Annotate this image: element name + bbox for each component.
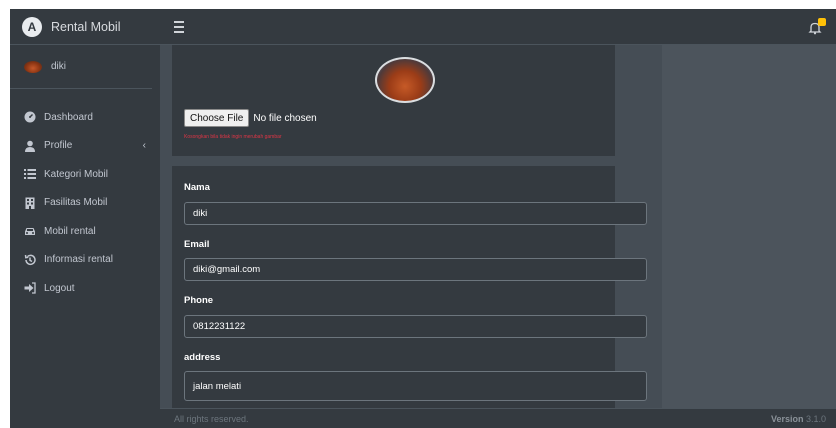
app-frame: A Rental Mobil diki Dashboard Profile ‹: [10, 9, 836, 428]
car-icon: [24, 225, 36, 237]
phone-input[interactable]: 0812231122: [184, 315, 647, 338]
footer: All rights reserved. Version 3.1.0: [160, 408, 836, 428]
notification-bell-icon[interactable]: [808, 18, 826, 35]
sidebar-item-label: Profile: [44, 140, 73, 152]
version-label: Version: [770, 413, 804, 424]
logout-icon: [24, 282, 36, 294]
right-panel: [662, 45, 836, 408]
user-name: diki: [51, 61, 67, 72]
choose-file-button[interactable]: Choose File: [184, 109, 250, 127]
sidebar-item-mobil-rental[interactable]: Mobil rental: [10, 217, 160, 246]
address-input[interactable]: jalan melati: [184, 371, 647, 401]
user-panel[interactable]: diki: [10, 45, 152, 89]
list-icon: [24, 168, 36, 180]
sidebar-item-profile[interactable]: Profile ‹: [10, 132, 160, 161]
sidebar-item-label: Informasi rental: [44, 254, 113, 266]
brand-title: Rental Mobil: [51, 19, 121, 34]
brand-logo-icon: A: [22, 16, 42, 37]
sidebar-item-informasi-rental[interactable]: Informasi rental: [10, 246, 160, 275]
sidebar-item-label: Mobil rental: [44, 225, 96, 237]
file-status: No file chosen: [253, 112, 317, 124]
history-icon: [24, 254, 36, 266]
dashboard-icon: [24, 111, 36, 123]
sidebar-item-logout[interactable]: Logout: [10, 274, 160, 303]
sidebar-item-dashboard[interactable]: Dashboard: [10, 103, 160, 132]
sidebar-nav: Dashboard Profile ‹ Kategori Mobil Fasil…: [10, 89, 160, 303]
user-icon: [24, 140, 36, 152]
nama-input[interactable]: diki: [184, 202, 647, 225]
top-navbar: [160, 9, 836, 45]
sidebar: A Rental Mobil diki Dashboard Profile ‹: [10, 9, 160, 428]
footer-copyright: All rights reserved.: [174, 413, 249, 424]
email-input[interactable]: diki@gmail.com: [184, 258, 647, 281]
sidebar-item-label: Kategori Mobil: [44, 168, 108, 180]
sidebar-item-label: Fasilitas Mobil: [44, 197, 108, 209]
profile-form-card: Nama diki Email diki@gmail.com Phone 081…: [172, 166, 647, 408]
version-number: 3.1.0: [805, 413, 826, 424]
chevron-left-icon: ‹: [142, 139, 146, 151]
main-content: Choose File No file chosen Kosongkan bil…: [160, 45, 836, 408]
building-icon: [24, 197, 36, 209]
address-label: address: [184, 352, 221, 363]
nama-label: Nama: [184, 182, 210, 193]
profile-photo: [375, 57, 435, 103]
email-label: Email: [184, 239, 210, 250]
file-upload: Choose File No file chosen: [184, 109, 317, 127]
sidebar-item-label: Logout: [44, 282, 75, 294]
profile-photo-card: Choose File No file chosen Kosongkan bil…: [172, 45, 615, 156]
user-avatar: [24, 60, 42, 73]
footer-version: Version 3.1.0: [771, 414, 826, 424]
notification-badge: [818, 18, 826, 26]
phone-label: Phone: [184, 295, 214, 306]
hamburger-menu-icon[interactable]: [174, 21, 184, 33]
sidebar-item-label: Dashboard: [44, 111, 93, 123]
photo-hint: Kosongkan bila tidak ingin merubah gamba…: [184, 134, 282, 140]
sidebar-item-fasilitas-mobil[interactable]: Fasilitas Mobil: [10, 189, 160, 218]
sidebar-item-kategori-mobil[interactable]: Kategori Mobil: [10, 160, 160, 189]
brand-link[interactable]: A Rental Mobil: [10, 9, 160, 45]
